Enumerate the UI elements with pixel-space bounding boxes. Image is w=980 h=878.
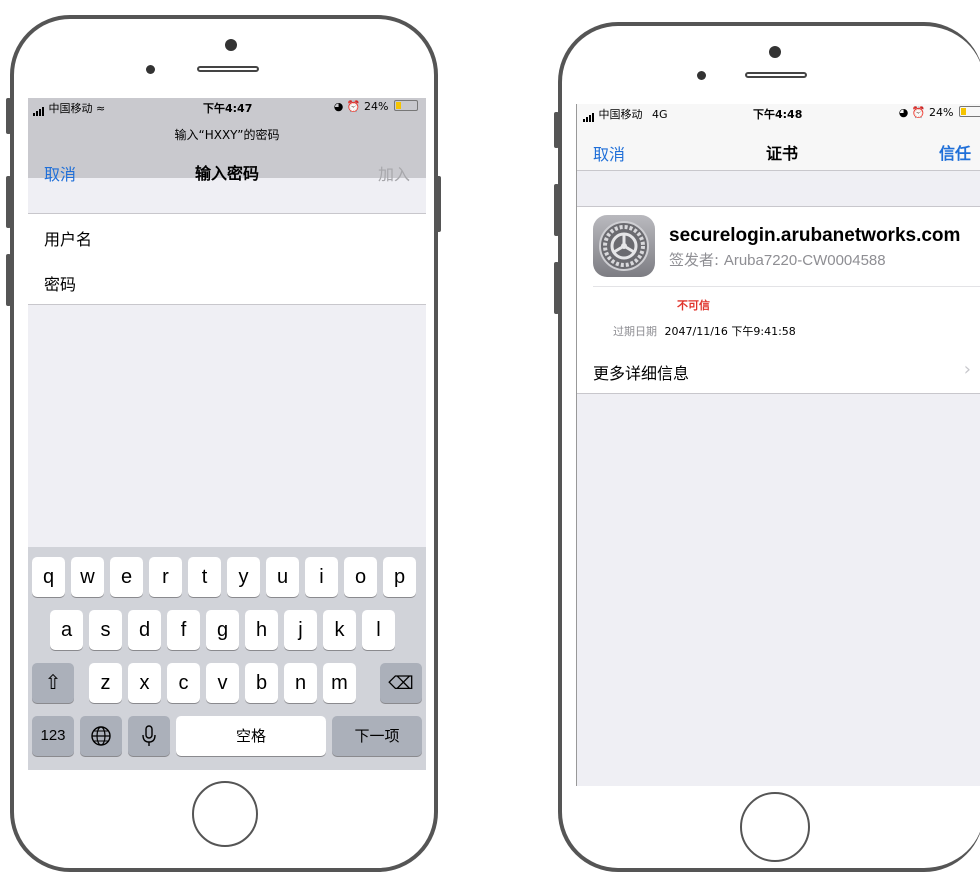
proximity-sensor-icon xyxy=(697,71,706,80)
key-z[interactable]: z xyxy=(89,663,122,703)
earpiece-speaker xyxy=(197,66,259,72)
alarm-icon: ⏰ xyxy=(346,100,361,113)
globe-icon[interactable] xyxy=(80,716,122,756)
key-q[interactable]: q xyxy=(32,557,65,597)
issuer-value: Aruba7220-CW0004588 xyxy=(723,252,886,269)
earpiece-speaker xyxy=(745,72,807,78)
username-label: 用户名 xyxy=(44,230,93,249)
proximity-sensor-icon xyxy=(146,65,155,74)
key-w[interactable]: w xyxy=(71,557,104,597)
globe-glyph xyxy=(91,726,111,746)
page-title: 输入密码 xyxy=(194,164,259,183)
network-type: 4G xyxy=(652,108,668,121)
key-u[interactable]: u xyxy=(266,557,299,597)
home-button[interactable] xyxy=(740,792,810,862)
issuer-label: 签发者: xyxy=(669,251,720,269)
untrusted-status: 不可信 xyxy=(677,299,710,312)
key-x[interactable]: x xyxy=(128,663,161,703)
expiry-row: 过期日期 2047/11/16 下午9:41:58 xyxy=(613,323,796,339)
numbers-key[interactable]: 123 xyxy=(32,716,74,756)
shift-key[interactable]: ⇧ xyxy=(32,663,74,703)
carrier: 中国移动 ≈ xyxy=(33,100,105,116)
key-e[interactable]: e xyxy=(110,557,143,597)
mic-glyph xyxy=(142,725,156,746)
certificate-domain: securelogin.arubanetworks.com xyxy=(669,225,961,246)
join-button[interactable]: 加入 xyxy=(378,161,410,185)
key-f[interactable]: f xyxy=(167,610,200,650)
gear-glyph xyxy=(599,221,649,271)
key-y[interactable]: y xyxy=(227,557,260,597)
keyboard: qwertyuiop asdfghjkl zxcvbnm ⇧ ⌫ 123 空格 … xyxy=(28,547,426,770)
settings-gear-icon xyxy=(593,215,655,277)
status-right: ◕ ⏰ 24% xyxy=(899,106,980,119)
battery-icon xyxy=(959,106,980,117)
key-r[interactable]: r xyxy=(149,557,182,597)
separator xyxy=(593,286,980,287)
key-o[interactable]: o xyxy=(344,557,377,597)
key-b[interactable]: b xyxy=(245,663,278,703)
key-a[interactable]: a xyxy=(50,610,83,650)
password-field[interactable]: 密码 xyxy=(28,259,426,305)
network-prompt: 输入“HXXY”的密码 xyxy=(174,128,280,142)
key-l[interactable]: l xyxy=(362,610,395,650)
signal-icon xyxy=(583,109,595,122)
key-p[interactable]: p xyxy=(383,557,416,597)
space-key[interactable]: 空格 xyxy=(176,716,326,756)
next-key[interactable]: 下一项 xyxy=(332,716,422,756)
status-bar: 中国移动 4G 下午4:48 ◕ ⏰ 24% xyxy=(577,104,980,122)
battery-percent: 24% xyxy=(929,106,954,119)
chevron-right-icon: › xyxy=(963,359,971,380)
battery-icon xyxy=(394,100,418,111)
key-c[interactable]: c xyxy=(167,663,200,703)
more-details-row[interactable]: 更多详细信息 › xyxy=(577,348,980,394)
key-g[interactable]: g xyxy=(206,610,239,650)
expiry-value: 2047/11/16 下午9:41:58 xyxy=(664,325,796,338)
status-time: 下午4:47 xyxy=(203,102,253,115)
password-label: 密码 xyxy=(44,275,77,294)
carrier: 中国移动 4G xyxy=(583,106,668,122)
key-n[interactable]: n xyxy=(284,663,317,703)
signal-icon xyxy=(33,103,45,116)
key-k[interactable]: k xyxy=(323,610,356,650)
status-right: ◕ ⏰ 24% xyxy=(334,100,418,113)
microphone-icon[interactable] xyxy=(128,716,170,756)
front-camera-icon xyxy=(769,46,781,58)
key-j[interactable]: j xyxy=(284,610,317,650)
key-i[interactable]: i xyxy=(305,557,338,597)
right-phone: 中国移动 4G 下午4:48 ◕ ⏰ 24% 取消 证书 信任 securelo… xyxy=(558,22,980,872)
expiry-label: 过期日期 xyxy=(613,325,657,338)
more-details-label: 更多详细信息 xyxy=(593,364,690,383)
status-bar: 中国移动 ≈ 下午4:47 ◕ ⏰ 24% xyxy=(28,98,426,116)
key-s[interactable]: s xyxy=(89,610,122,650)
certificate-card: securelogin.arubanetworks.com 签发者: Aruba… xyxy=(577,206,980,350)
issuer-line: 签发者: Aruba7220-CW0004588 xyxy=(669,249,886,270)
key-t[interactable]: t xyxy=(188,557,221,597)
wifi-icon: ≈ xyxy=(96,102,106,115)
key-v[interactable]: v xyxy=(206,663,239,703)
right-screen: 中国移动 4G 下午4:48 ◕ ⏰ 24% 取消 证书 信任 securelo… xyxy=(576,104,980,786)
status-time: 下午4:48 xyxy=(753,108,803,121)
backspace-key[interactable]: ⌫ xyxy=(380,663,422,703)
home-button[interactable] xyxy=(192,781,258,847)
lock-rotation-icon: ◕ xyxy=(898,106,909,119)
left-screen: 中国移动 ≈ 下午4:47 ◕ ⏰ 24% 输入“HXXY”的密码 取消 输入密… xyxy=(28,98,426,770)
username-field[interactable]: 用户名 xyxy=(28,213,426,260)
alarm-icon: ⏰ xyxy=(911,106,926,119)
trust-button[interactable]: 信任 xyxy=(939,140,971,164)
battery-percent: 24% xyxy=(364,100,389,113)
key-h[interactable]: h xyxy=(245,610,278,650)
key-d[interactable]: d xyxy=(128,610,161,650)
page-title: 证书 xyxy=(765,144,798,163)
front-camera-icon xyxy=(225,39,237,51)
key-m[interactable]: m xyxy=(323,663,356,703)
lock-rotation-icon: ◕ xyxy=(333,100,344,113)
left-phone: 中国移动 ≈ 下午4:47 ◕ ⏰ 24% 输入“HXXY”的密码 取消 输入密… xyxy=(10,15,438,872)
